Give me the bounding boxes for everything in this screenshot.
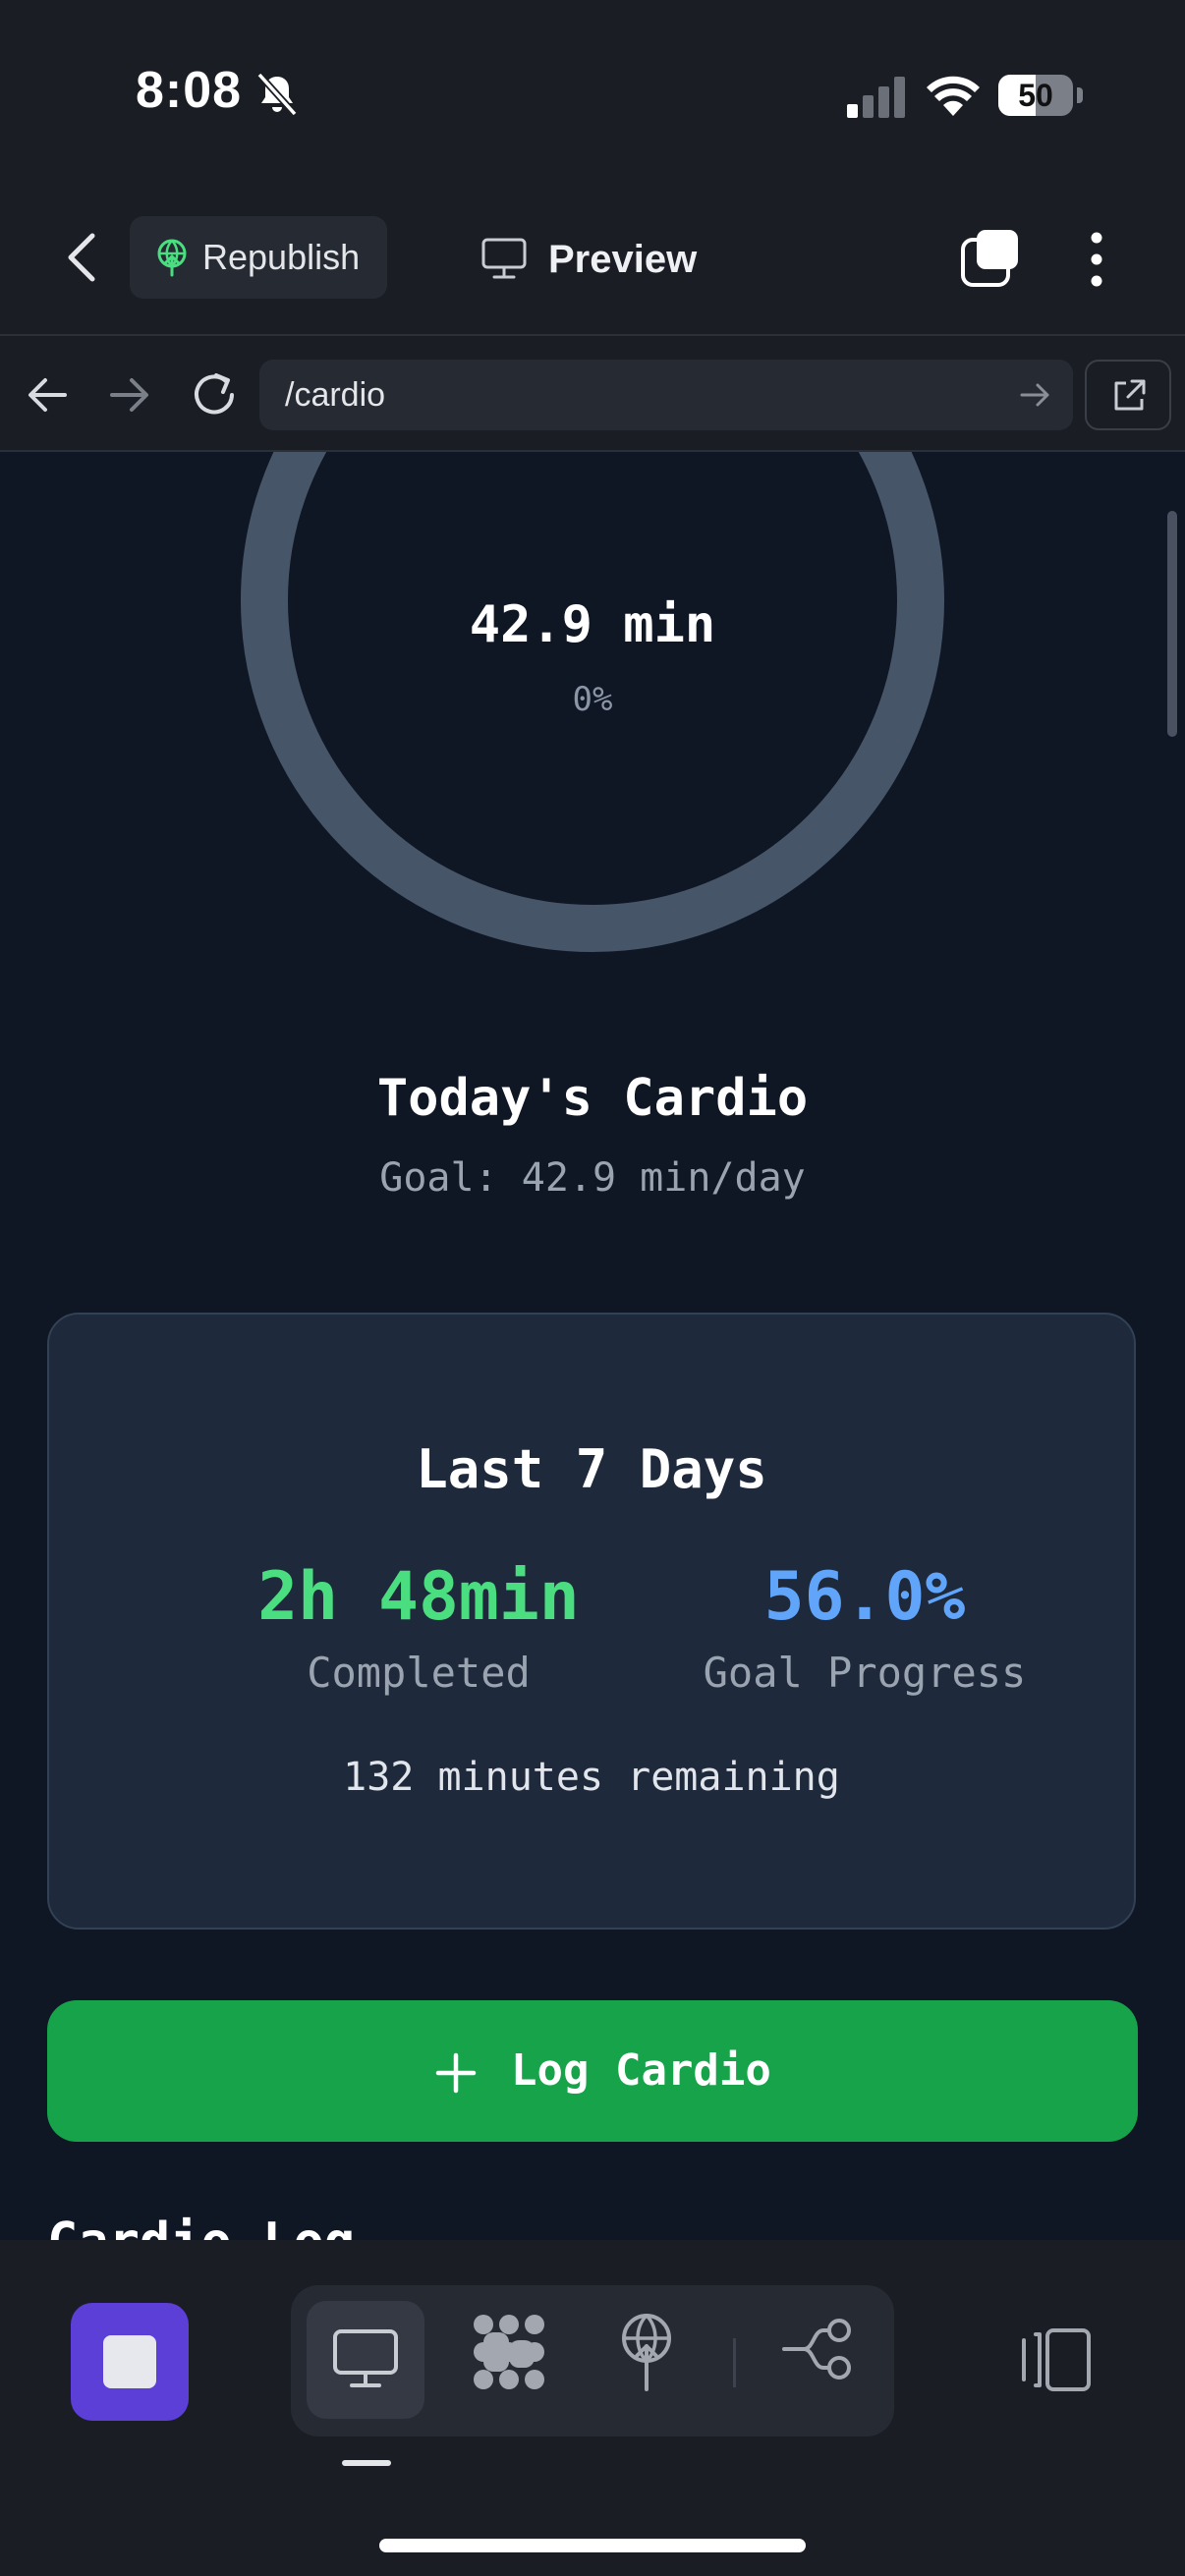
tabs-icon[interactable] — [959, 228, 1022, 289]
section-heading: Cardio Log — [47, 2212, 355, 2240]
today-goal: Goal: 42.9 min/day — [379, 1155, 806, 1201]
arrow-left-icon[interactable] — [20, 369, 75, 420]
external-link-icon — [1114, 379, 1146, 411]
page-content: 42.9 min 0% Today's Cardio Goal: 42.9 mi… — [0, 452, 1185, 2240]
blocks-icon[interactable] — [470, 2313, 548, 2391]
go-arrow-icon[interactable] — [1016, 377, 1055, 413]
url-path: /cardio — [285, 376, 386, 414]
active-tab-indicator — [342, 2460, 391, 2466]
desktop-view-button[interactable] — [307, 2301, 424, 2419]
url-toolbar: /cardio — [0, 334, 1185, 452]
week-title: Last 7 Days — [416, 1438, 767, 1500]
today-title: Today's Cardio — [376, 1069, 809, 1128]
log-cardio-label: Log Cardio — [511, 2045, 771, 2096]
back-button[interactable] — [55, 226, 110, 289]
goal-progress-label: Goal Progress — [703, 1649, 1027, 1697]
more-vertical-icon[interactable] — [1071, 228, 1122, 291]
stop-icon — [103, 2335, 156, 2388]
sidebar-toggle-icon[interactable] — [1018, 2326, 1093, 2393]
ring-value: 42.9 min — [469, 595, 716, 654]
completed-value: 2h 48min — [257, 1558, 580, 1636]
url-input[interactable]: /cardio — [259, 360, 1073, 430]
monitor-icon — [333, 2329, 398, 2387]
share-icon[interactable] — [782, 2317, 855, 2381]
battery-level: 50 — [1018, 78, 1053, 113]
home-indicator — [379, 2539, 806, 2552]
completed-label: Completed — [307, 1649, 531, 1697]
reload-icon[interactable] — [187, 367, 242, 422]
battery-indicator: 50 — [998, 75, 1083, 116]
plus-icon — [435, 2052, 477, 2094]
bell-slash-icon — [256, 72, 298, 117]
bottom-toolbar — [0, 2240, 1185, 2576]
stop-button[interactable] — [71, 2303, 189, 2421]
open-external-button[interactable] — [1085, 360, 1171, 430]
arrow-right-icon[interactable] — [102, 369, 157, 420]
cellular-signal-icon — [847, 77, 905, 118]
app-header: 8:08 50 Republish Preview — [0, 0, 1185, 334]
monitor-icon — [481, 238, 527, 279]
toolbar-divider — [733, 2338, 736, 2387]
preview-button[interactable]: Preview — [481, 218, 737, 301]
wifi-icon — [927, 76, 980, 116]
republish-button[interactable]: Republish — [130, 216, 387, 299]
globe-upload-icon — [157, 239, 187, 277]
deploy-icon[interactable] — [615, 2313, 678, 2391]
scrollbar-thumb[interactable] — [1167, 511, 1177, 737]
log-cardio-button[interactable]: Log Cardio — [47, 2000, 1138, 2142]
preview-label: Preview — [548, 238, 698, 281]
goal-progress-value: 56.0% — [763, 1558, 966, 1636]
remaining-text: 132 minutes remaining — [343, 1755, 840, 1800]
status-time: 8:08 — [136, 62, 243, 119]
tool-group — [291, 2285, 894, 2436]
republish-label: Republish — [202, 237, 361, 277]
ring-percent: 0% — [572, 680, 613, 719]
weekly-summary-card: Last 7 Days 2h 48min Completed 56.0% Goa… — [47, 1313, 1136, 1930]
